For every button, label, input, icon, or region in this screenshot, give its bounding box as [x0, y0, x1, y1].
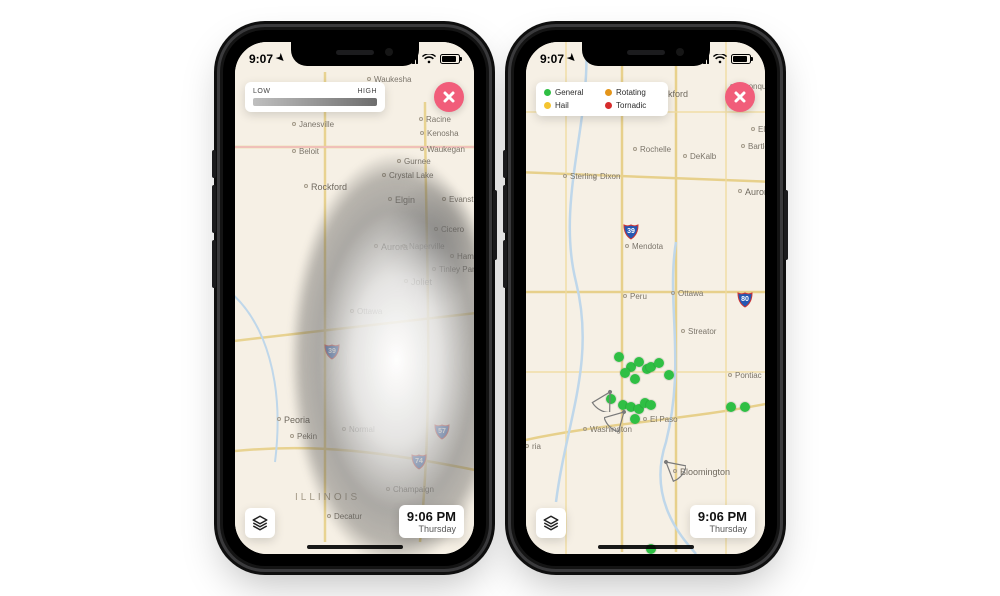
legend-label: Hail [555, 101, 569, 110]
legend-dot-icon [544, 102, 551, 109]
timestamp-day: Thursday [407, 524, 456, 534]
legend-label: Rotating [616, 88, 646, 97]
legend-gradient [253, 98, 377, 106]
map-view[interactable]: RockfordAlgonquinElgRochelleDeKalbBartle… [526, 42, 765, 554]
timestamp-day: Thursday [698, 524, 747, 534]
legend-item: Rotating [605, 88, 660, 97]
timestamp-time: 9:06 PM [698, 509, 747, 524]
timestamp-chip: 9:06 PM Thursday [690, 505, 755, 538]
legend-dot-icon [544, 89, 551, 96]
legend-dot-icon [605, 89, 612, 96]
home-indicator[interactable] [598, 545, 694, 549]
legend-low: LOW [253, 88, 270, 95]
layers-button[interactable] [536, 508, 566, 538]
notch [582, 42, 710, 66]
status-time: 9:07 [249, 52, 273, 66]
location-icon: ➤ [273, 51, 287, 65]
storm-type-legend: General Rotating Hail Tornadic [536, 82, 668, 116]
battery-icon [731, 54, 751, 64]
intensity-legend: LOW HIGH [245, 82, 385, 112]
map-view[interactable]: WaukeshaMadisonJanesvilleRacineKenoshaBe… [235, 42, 474, 554]
legend-item: General [544, 88, 599, 97]
phone-mockup-left: 9:07 ➤ [223, 30, 486, 566]
legend-item: Hail [544, 101, 599, 110]
legend-label: General [555, 88, 583, 97]
screen: 9:07 ➤ [526, 42, 765, 554]
layers-button[interactable] [245, 508, 275, 538]
timestamp-chip: 9:06 PM Thursday [399, 505, 464, 538]
notch [291, 42, 419, 66]
close-button[interactable] [725, 82, 755, 112]
legend-dot-icon [605, 102, 612, 109]
timestamp-time: 9:06 PM [407, 509, 456, 524]
screen: 9:07 ➤ [235, 42, 474, 554]
legend-label: Tornadic [616, 101, 646, 110]
close-button[interactable] [434, 82, 464, 112]
home-indicator[interactable] [307, 545, 403, 549]
legend-item: Tornadic [605, 101, 660, 110]
battery-icon [440, 54, 460, 64]
phone-mockup-right: 9:07 ➤ [514, 30, 777, 566]
legend-high: HIGH [358, 88, 378, 95]
location-icon: ➤ [564, 51, 578, 65]
wifi-icon [422, 54, 436, 64]
status-time: 9:07 [540, 52, 564, 66]
wifi-icon [713, 54, 727, 64]
